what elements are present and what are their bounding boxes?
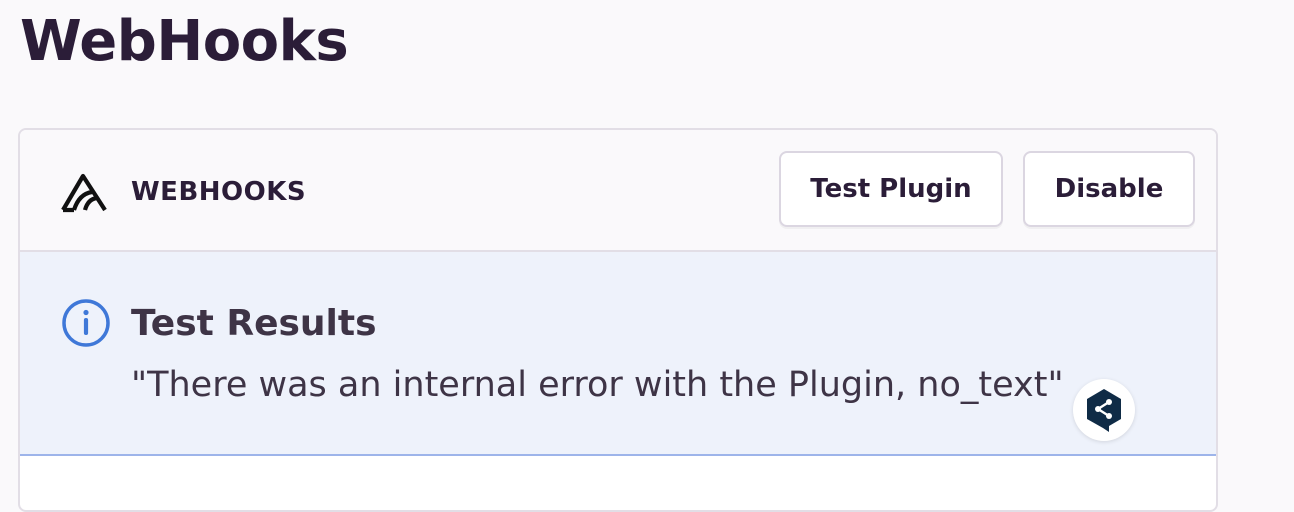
sentry-logo-icon: [59, 168, 113, 216]
deepl-icon[interactable]: [1073, 379, 1135, 441]
plugin-panel: WEBHOOKS Test Plugin Disable Test Result…: [18, 128, 1218, 512]
test-plugin-button[interactable]: Test Plugin: [779, 151, 1003, 227]
test-results-alert: Test Results "There was an internal erro…: [20, 252, 1216, 456]
alert-title: Test Results: [131, 303, 377, 344]
disable-button[interactable]: Disable: [1023, 151, 1195, 227]
page-title: WebHooks: [20, 9, 349, 74]
alert-message: "There was an internal error with the Pl…: [131, 365, 1064, 405]
plugin-panel-header: WEBHOOKS Test Plugin Disable: [20, 130, 1216, 252]
plugin-name: WEBHOOKS: [131, 177, 307, 207]
info-icon: [61, 298, 111, 348]
